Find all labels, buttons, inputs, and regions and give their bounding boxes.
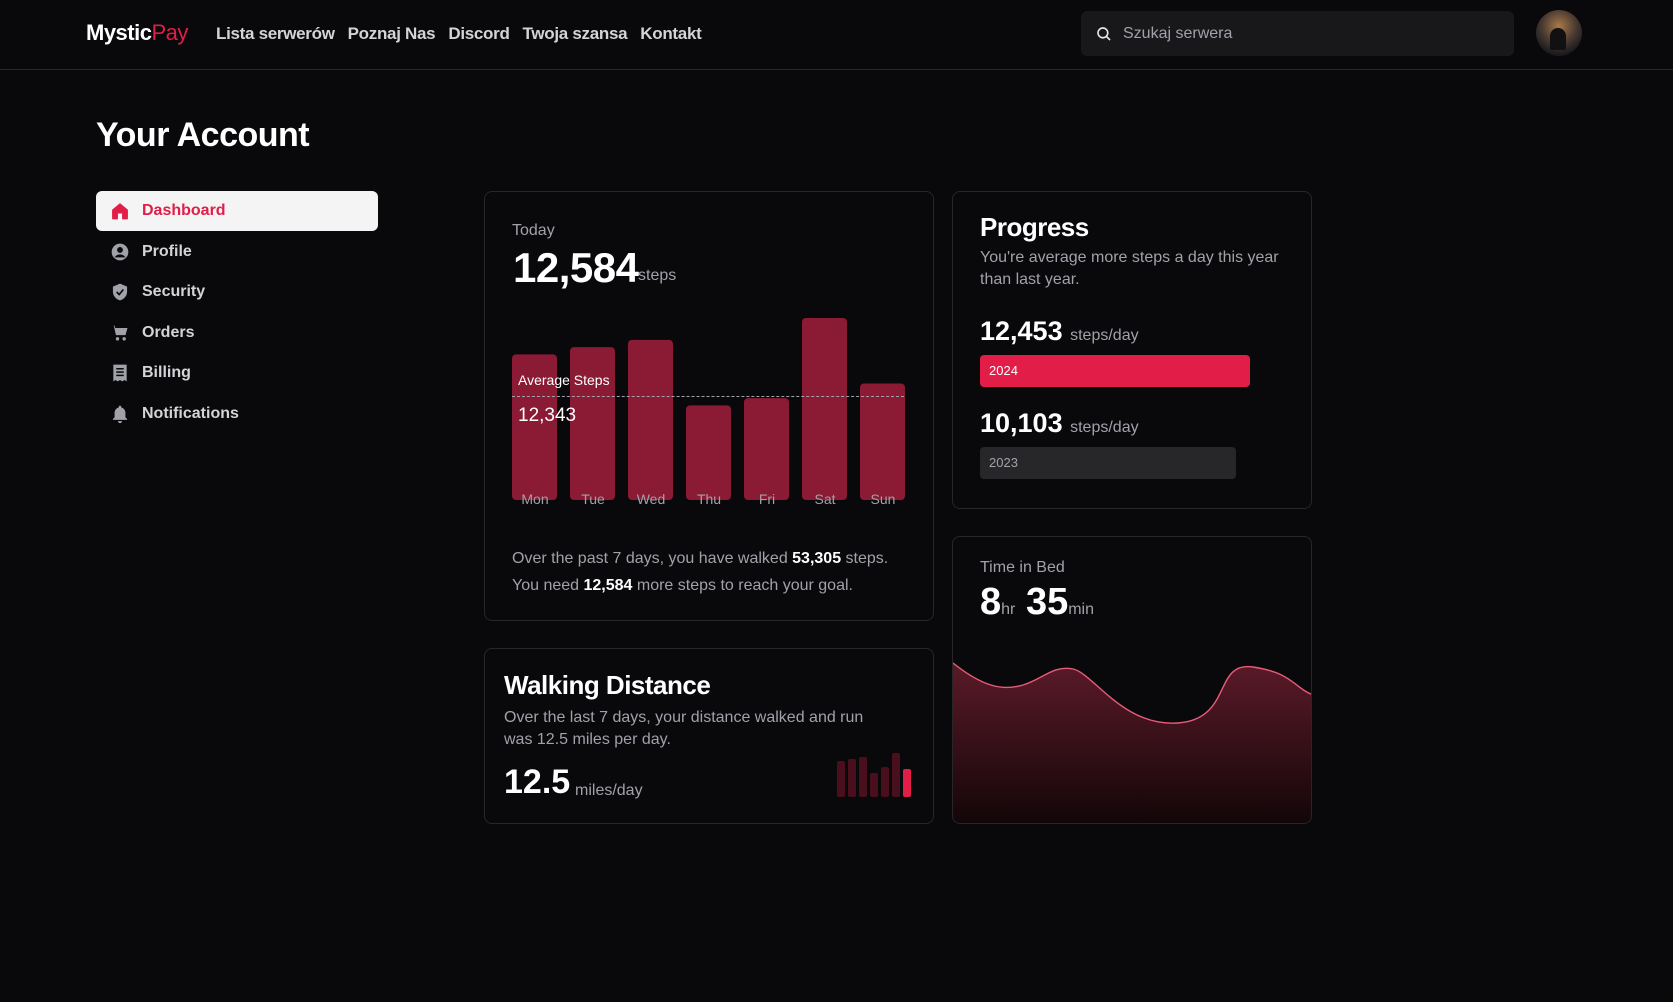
avatar[interactable]: [1536, 10, 1582, 56]
bar-label-sat: Sat: [814, 491, 836, 507]
bar-label-fri: Fri: [758, 491, 776, 507]
sidebar-item-profile[interactable]: Profile: [96, 232, 378, 272]
mini-bar: [848, 759, 856, 797]
walking-distance-unit: miles/day: [575, 782, 643, 799]
progress-title: Progress: [980, 212, 1089, 242]
receipt-icon: [113, 364, 127, 382]
sidebar-item-billing[interactable]: Billing: [96, 353, 378, 393]
bar-label-sun: Sun: [870, 491, 896, 507]
progress-value-2024: 12,453 steps/day: [980, 316, 1139, 346]
nav-link-discord[interactable]: Discord: [448, 24, 510, 44]
bar-wed: [628, 339, 673, 500]
walking-distance-card: Walking Distance Over the last 7 days, y…: [484, 648, 934, 824]
bar-label-thu: Thu: [696, 491, 722, 507]
sidebar-item-label: Billing: [142, 364, 191, 381]
sidebar-item-label: Security: [142, 283, 206, 300]
time-in-bed-value: 8hr 35min: [980, 581, 1094, 623]
progress-card: Progress You're average more steps a day…: [952, 191, 1312, 509]
progress-value-2023: 10,103 steps/day: [980, 408, 1139, 438]
page-title: Your Account: [96, 116, 310, 154]
sidebar-item-label: Dashboard: [142, 202, 226, 219]
shield-icon: [112, 283, 128, 301]
time-in-bed-wave-chart: [953, 662, 1311, 823]
user-circle-icon: [111, 243, 129, 260]
steps-today-label: Today: [512, 222, 555, 239]
sidebar-item-orders[interactable]: Orders: [96, 313, 378, 353]
sidebar-item-security[interactable]: Security: [96, 272, 378, 312]
steps-today-value: 12,584: [513, 244, 639, 291]
bar-label-wed: Wed: [636, 491, 666, 507]
mini-bar: [881, 767, 889, 797]
search-box[interactable]: [1081, 11, 1514, 56]
mini-bar: [892, 753, 900, 797]
average-steps-label: Average Steps: [518, 372, 610, 388]
walking-distance-value: 12.5: [504, 763, 571, 801]
search-input[interactable]: [1123, 24, 1503, 43]
search-icon: [1097, 26, 1111, 41]
steps-unit: steps: [638, 267, 677, 284]
average-steps-line: [512, 396, 904, 397]
bar-sat: [802, 318, 847, 500]
bar-tue: [570, 347, 615, 500]
sidebar-item-dashboard[interactable]: Dashboard: [96, 191, 378, 231]
bar-sun: [860, 383, 905, 500]
bell-icon: [112, 405, 128, 423]
nav-link-kontakt[interactable]: Kontakt: [640, 24, 701, 44]
mini-bar: [870, 773, 878, 797]
sidebar-item-label: Notifications: [142, 404, 239, 422]
nav-link-twoja-szansa[interactable]: Twoja szansa: [523, 24, 628, 44]
steps-summary: Over the past 7 days, you have walked 53…: [512, 550, 889, 594]
steps-card: Today 12,584 steps Average Steps 12,343 …: [484, 191, 934, 621]
average-steps-value: 12,343: [518, 405, 577, 426]
brand-logo[interactable]: MysticPay: [86, 20, 188, 46]
bar-label-mon: Mon: [521, 491, 549, 507]
progress-bar-2024: 2024: [980, 355, 1250, 387]
time-in-bed-card: Time in Bed 8hr 35min: [952, 536, 1312, 824]
home-icon: [112, 203, 128, 220]
mini-bar: [903, 769, 911, 797]
mini-bar: [837, 761, 845, 797]
progress-description: You're average more steps a day this yea…: [980, 249, 1279, 288]
cart-icon: [110, 325, 128, 340]
account-sidebar: Dashboard Profile Security Orders Billin…: [96, 191, 378, 434]
steps-bar-chart: [512, 318, 905, 500]
walking-distance-title: Walking Distance: [504, 670, 711, 700]
walking-distance-description: Over the last 7 days, your distance walk…: [504, 709, 864, 748]
time-in-bed-label: Time in Bed: [980, 559, 1065, 576]
walking-mini-chart: [837, 753, 911, 797]
nav-link-lista-serwerow[interactable]: Lista serwerów: [216, 24, 335, 44]
main-nav: Lista serwerów Poznaj Nas Discord Twoja …: [216, 24, 702, 44]
nav-link-poznaj-nas[interactable]: Poznaj Nas: [348, 24, 436, 44]
bar-thu: [686, 405, 731, 500]
sidebar-item-label: Profile: [142, 242, 192, 260]
sidebar-item-label: Orders: [142, 323, 195, 341]
progress-bar-2023: 2023: [980, 447, 1236, 479]
bar-fri: [744, 398, 789, 500]
sidebar-item-notifications[interactable]: Notifications: [96, 394, 378, 434]
mini-bar: [859, 757, 867, 797]
top-navbar: MysticPay Lista serwerów Poznaj Nas Disc…: [0, 0, 1673, 70]
bar-label-tue: Tue: [581, 491, 605, 507]
